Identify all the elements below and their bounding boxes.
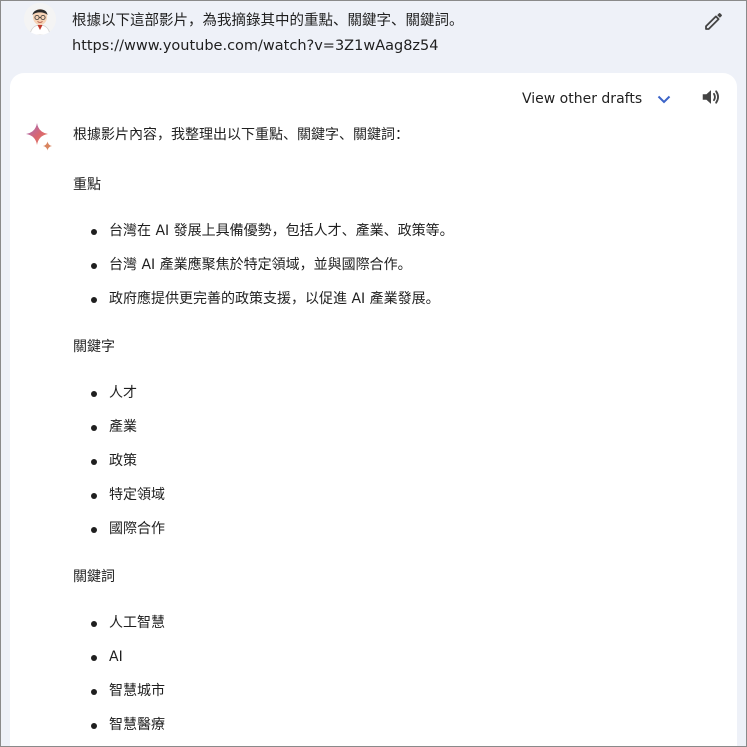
app-frame: 根據以下這部影片，為我摘錄其中的重點、關鍵字、關鍵詞。 https://www.… <box>0 0 747 747</box>
user-prompt-row: 根據以下這部影片，為我摘錄其中的重點、關鍵字、關鍵詞。 https://www.… <box>1 1 746 73</box>
read-aloud-button[interactable] <box>700 86 722 108</box>
list-item: 台灣 AI 產業應聚焦於特定領域，並與國際合作。 <box>73 253 723 287</box>
response-content: 根據影片內容，我整理出以下重點、關鍵字、關鍵詞： 重點 台灣在 AI 發展上具備… <box>73 123 723 746</box>
user-prompt-text: 根據以下這部影片，為我摘錄其中的重點、關鍵字、關鍵詞。 https://www.… <box>72 9 672 59</box>
section-title-keywords: 關鍵字 <box>73 339 115 355</box>
list-item: 人工智慧 <box>73 611 723 645</box>
list-item: 產業 <box>73 415 723 449</box>
speaker-icon <box>702 90 719 104</box>
prompt-line-1: 根據以下這部影片，為我摘錄其中的重點、關鍵字、關鍵詞。 <box>72 13 464 29</box>
sparkle-icon <box>26 123 52 151</box>
user-avatar-icon <box>24 3 56 35</box>
avatar <box>24 3 56 35</box>
list-item: 政策 <box>73 449 723 483</box>
highlights-list: 台灣在 AI 發展上具備優勢，包括人才、產業、政策等。 台灣 AI 產業應聚焦於… <box>73 219 723 321</box>
view-other-drafts-button[interactable]: View other drafts <box>522 88 672 110</box>
list-item: AI <box>73 645 723 679</box>
response-intro: 根據影片內容，我整理出以下重點、關鍵字、關鍵詞： <box>73 127 409 143</box>
chevron-down-icon <box>657 95 671 104</box>
section-title-key-terms: 關鍵詞 <box>73 569 115 585</box>
section-title-highlights: 重點 <box>73 177 101 193</box>
pencil-icon <box>705 13 722 30</box>
prompt-line-2: https://www.youtube.com/watch?v=3Z1wAag8… <box>72 38 439 54</box>
assistant-sparkle <box>25 122 55 152</box>
key-terms-list: 人工智慧 AI 智慧城市 智慧醫療 <box>73 611 723 746</box>
view-drafts-label: View other drafts <box>522 91 643 107</box>
response-card: View other drafts 根據影片內容，我整理出以下重點、關鍵字、關鍵… <box>10 73 737 746</box>
list-item: 人才 <box>73 381 723 415</box>
list-item: 國際合作 <box>73 517 723 551</box>
list-item: 智慧醫療 <box>73 713 723 746</box>
list-item: 台灣在 AI 發展上具備優勢，包括人才、產業、政策等。 <box>73 219 723 253</box>
list-item: 政府應提供更完善的政策支援，以促進 AI 產業發展。 <box>73 287 723 321</box>
keywords-list: 人才 產業 政策 特定領域 國際合作 <box>73 381 723 551</box>
list-item: 特定領域 <box>73 483 723 517</box>
list-item: 智慧城市 <box>73 679 723 713</box>
edit-prompt-button[interactable] <box>702 9 726 33</box>
